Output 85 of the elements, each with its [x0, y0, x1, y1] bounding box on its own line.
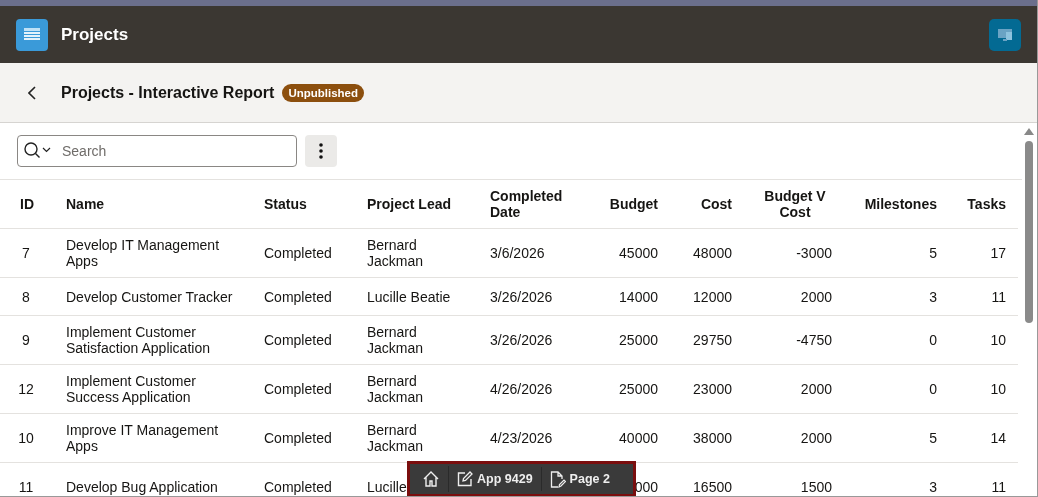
table-cell: 16500 — [693, 479, 732, 495]
edit-icon — [457, 471, 473, 487]
table-cell: 5 — [929, 245, 937, 261]
table-cell: 14 — [990, 430, 1006, 446]
table-cell: Lucille — [367, 479, 407, 495]
table-cell: 12 — [18, 381, 34, 397]
table-cell: Bernard Jackman — [367, 237, 424, 269]
table-cell: 12000 — [693, 288, 732, 305]
edit-app-button[interactable]: App 9429 — [449, 467, 542, 491]
table-cell: Implement Customer Success Application — [66, 373, 196, 405]
table-cell: 0 — [929, 332, 937, 348]
table-cell: 3/6/2026 — [490, 245, 545, 261]
column-header[interactable]: Name — [66, 196, 105, 212]
search-field[interactable]: Search — [17, 135, 297, 167]
table-cell: 11 — [18, 479, 34, 495]
table-cell: Bernard Jackman — [367, 422, 424, 454]
table-cell: Develop IT Management Apps — [66, 237, 220, 269]
table-cell: 0 — [929, 381, 937, 397]
table-cell: 40000 — [619, 430, 658, 446]
back-icon — [28, 85, 36, 100]
table-cell: 10 — [18, 430, 34, 446]
table-cell: Bernard Jackman — [367, 373, 424, 405]
table-cell: Improve IT Management Apps — [66, 422, 219, 454]
status-badge: Unpublished — [282, 83, 365, 102]
column-header[interactable]: Project Lead — [367, 196, 452, 212]
table-cell: 8 — [22, 288, 30, 305]
table-cell: Completed — [264, 430, 332, 446]
table-cell: 3 — [929, 479, 937, 495]
table-cell: 4/23/2026 — [490, 430, 553, 446]
table-cell: Implement Customer Satisfaction Application — [66, 324, 210, 356]
column-header[interactable]: Budget — [609, 196, 658, 212]
table-cell: 48000 — [693, 245, 732, 261]
table-cell: 25000 — [619, 332, 658, 348]
table-cell: 11 — [991, 288, 1006, 305]
table-cell: 10 — [990, 332, 1006, 348]
table-cell: Lucille Beatie — [367, 288, 451, 305]
home-icon — [422, 470, 440, 488]
table-cell: -3000 — [796, 245, 832, 261]
table-cell: 17 — [990, 245, 1006, 261]
table-cell: 29750 — [693, 332, 732, 348]
table-cell: 3/26/2026 — [490, 332, 553, 348]
table-cell: 000 — [634, 479, 658, 495]
table-cell: 7 — [22, 245, 30, 261]
table-cell: Bernard Jackman — [367, 324, 424, 356]
table-cell: 25000 — [619, 381, 658, 397]
column-header[interactable]: Tasks — [967, 196, 1006, 212]
table-cell: Completed — [264, 381, 332, 397]
table-cell: 3 — [929, 288, 937, 305]
table-cell: 14000 — [619, 288, 658, 305]
table-cell: Completed — [264, 479, 332, 495]
app-logo-icon[interactable] — [16, 18, 48, 51]
app-title: Projects — [61, 24, 129, 45]
table-cell: 38000 — [693, 430, 732, 446]
table-cell: Completed — [264, 288, 332, 305]
table-cell: 23000 — [693, 381, 732, 397]
table-cell: 10 — [990, 381, 1006, 397]
monitor-button[interactable] — [989, 18, 1021, 51]
table-cell: 1500 — [800, 479, 832, 495]
table-cell: 2000 — [800, 381, 832, 397]
table-cell: -4750 — [796, 332, 832, 348]
table-cell: Completed — [264, 332, 332, 348]
column-header[interactable]: Completed Date — [490, 188, 578, 220]
column-header[interactable]: ID — [20, 196, 34, 212]
monitor-icon — [997, 27, 1013, 42]
page-title: Projects - Interactive Report — [61, 83, 275, 102]
table-cell: 3/26/2026 — [490, 288, 553, 305]
table-cell: Completed — [264, 245, 332, 261]
table-cell: Develop Customer Tracker — [66, 288, 233, 305]
table-cell: 2000 — [800, 288, 832, 305]
table-cell: 11 — [991, 479, 1006, 495]
table-cell: 9 — [22, 332, 30, 348]
table-cell: 4/26/2026 — [490, 381, 553, 397]
column-header[interactable]: Milestones — [864, 196, 937, 212]
table-cell: 5 — [929, 430, 937, 446]
table-cell: 45000 — [619, 245, 658, 261]
page-edit-icon — [549, 470, 566, 488]
table-cell: Develop Bug Application — [66, 479, 218, 495]
column-header[interactable]: Status — [264, 196, 307, 212]
table-cell: 2000 — [800, 430, 832, 446]
actions-menu-button[interactable] — [305, 135, 337, 167]
edit-page-button[interactable]: Page 2 — [541, 466, 618, 492]
kebab-icon — [319, 143, 323, 159]
column-header[interactable]: Budget V Cost — [758, 188, 832, 220]
column-header[interactable]: Cost — [700, 196, 732, 212]
scroll-up-icon[interactable] — [1024, 127, 1034, 135]
